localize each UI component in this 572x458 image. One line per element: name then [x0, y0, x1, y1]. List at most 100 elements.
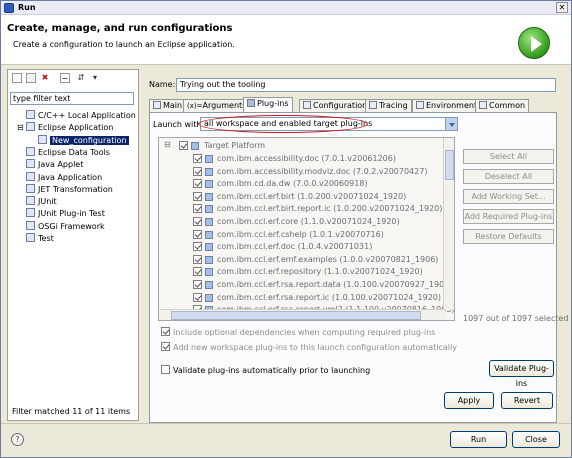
- restore-defaults-button[interactable]: Restore Defaults: [463, 229, 554, 244]
- tab-arguments[interactable]: (x)=Arguments: [183, 99, 251, 113]
- filter-icon[interactable]: ⇵: [76, 73, 86, 83]
- tree-item[interactable]: Java Applet: [26, 159, 83, 171]
- add-new-workspace-checkbox[interactable]: [161, 342, 170, 351]
- apply-button[interactable]: Apply: [444, 392, 494, 409]
- chevron-down-icon[interactable]: ▾: [90, 73, 100, 83]
- plugin-row[interactable]: com.ibm.ccl.erf.repository (1.1.0.v20071…: [159, 266, 445, 278]
- tab-environment[interactable]: Environment: [412, 99, 482, 113]
- plugin-row[interactable]: com.ibm.accessibility.modviz.doc (7.0.2.…: [159, 166, 445, 178]
- header-title: Create, manage, and run configurations: [7, 23, 233, 34]
- plugin-label: com.ibm.ccl.erf.emf.examples (1.0.0.v200…: [217, 254, 439, 264]
- tab-tracing[interactable]: Tracing: [365, 99, 412, 113]
- tab-common[interactable]: Common: [475, 99, 530, 113]
- plugin-label: com.ibm.ccl.erf.rsa.report.ic (1.0.100.v…: [217, 292, 441, 302]
- plugin-checkbox[interactable]: [193, 280, 202, 289]
- run-button[interactable]: Run: [450, 431, 507, 448]
- tracing-icon: [369, 101, 377, 109]
- duplicate-icon[interactable]: [26, 73, 36, 83]
- validate-plugins-button[interactable]: Validate Plug-ins: [489, 360, 554, 388]
- plugin-row[interactable]: com.ibm.ccl.erf.emf.examples (1.0.0.v200…: [159, 254, 445, 266]
- window-title: Run: [18, 3, 36, 12]
- plugin-horizontal-scrollbar[interactable]: [159, 309, 445, 320]
- add-required-plugins-button[interactable]: Add Required Plug-ins: [463, 209, 554, 224]
- plugin-checkbox[interactable]: [193, 254, 202, 264]
- plugin-checkbox[interactable]: [193, 154, 202, 163]
- main-tab-icon: [153, 101, 161, 109]
- cpp-app-icon: [26, 110, 35, 119]
- validate-auto-checkbox[interactable]: [161, 365, 170, 374]
- tab-plugins[interactable]: Plug-ins: [243, 97, 293, 113]
- add-new-workspace-option[interactable]: Add new workspace plug-ins to this launc…: [161, 342, 457, 352]
- close-button[interactable]: Close: [512, 431, 560, 448]
- plugin-label: com.ibm.ccl.erf.birt.report.ic (1.0.200.…: [217, 204, 443, 214]
- scrollbar-thumb[interactable]: [445, 150, 454, 180]
- revert-button[interactable]: Revert: [501, 392, 553, 409]
- collapse-all-icon[interactable]: −: [60, 73, 70, 83]
- tree-item[interactable]: Java Application: [26, 171, 102, 184]
- plugin-checkbox[interactable]: [193, 204, 202, 214]
- plugin-vertical-scrollbar[interactable]: [443, 138, 454, 310]
- name-field[interactable]: Trying out the tooling: [176, 78, 556, 92]
- tree-item[interactable]: JET Transformation: [26, 183, 113, 196]
- validate-auto-option[interactable]: Validate plug-ins automatically prior to…: [161, 365, 370, 375]
- environment-icon: [416, 101, 424, 109]
- plugin-row[interactable]: com.ibm.ccl.erf.rsa.report.data (1.0.100…: [159, 279, 452, 291]
- plugin-row[interactable]: com.ibm.cd.da.dw (7.0.0.v20060918): [159, 178, 445, 190]
- include-optional-checkbox[interactable]: [161, 327, 170, 336]
- plugin-tree: ⊟ Target Platform com.ibm.accessibility.…: [158, 137, 455, 321]
- tree-item[interactable]: New_configuration: [38, 134, 129, 147]
- plugin-row[interactable]: com.ibm.accessibility.doc (7.0.1.v200612…: [159, 153, 445, 165]
- tree-item-label: C/C++ Local Application: [38, 111, 136, 120]
- plugin-checkbox[interactable]: [193, 292, 202, 302]
- select-all-button[interactable]: Select All: [463, 149, 554, 164]
- filter-input[interactable]: type filter text: [10, 92, 134, 105]
- chevron-down-icon[interactable]: [445, 118, 457, 130]
- tree-item-label: JUnit: [38, 197, 57, 207]
- plugin-checkbox[interactable]: [193, 242, 202, 252]
- plugin-icon: [205, 167, 213, 176]
- plugin-checkbox[interactable]: [193, 229, 202, 239]
- tree-item[interactable]: JUnit Plug-in Test: [26, 208, 105, 220]
- scrollbar-thumb[interactable]: [171, 311, 421, 320]
- plugin-row[interactable]: com.ibm.ccl.erf.core (1.1.0.v20071024_19…: [159, 216, 445, 228]
- deselect-all-button[interactable]: Deselect All: [463, 169, 554, 184]
- plugin-row[interactable]: com.ibm.ccl.erf.doc (1.0.4.v20071031): [159, 241, 445, 253]
- plugin-checkbox[interactable]: [193, 217, 202, 226]
- tree-item-label: New_configuration: [50, 135, 129, 145]
- plugin-checkbox[interactable]: [193, 191, 202, 201]
- tree-item[interactable]: JUnit: [26, 196, 57, 208]
- plugin-row[interactable]: com.ibm.ccl.erf.birt.report.ic (1.0.200.…: [159, 203, 445, 215]
- plugin-checkbox[interactable]: [193, 267, 202, 277]
- plugin-root-checkbox[interactable]: [179, 141, 188, 150]
- plugin-checkbox[interactable]: [193, 179, 202, 189]
- tree-item[interactable]: C/C++ Local Application: [26, 110, 136, 122]
- tree-item[interactable]: Eclipse Data Tools: [26, 146, 110, 159]
- plugin-root-row[interactable]: ⊟ Target Platform: [159, 140, 445, 152]
- title-bar: Run ✕: [1, 1, 571, 15]
- plugin-row[interactable]: com.ibm.ccl.erf.rsa.report.ic (1.0.100.v…: [159, 292, 445, 304]
- help-icon[interactable]: ?: [11, 433, 24, 446]
- tree-item-label: JUnit Plug-in Test: [38, 209, 105, 219]
- launch-with-label: Launch with:: [153, 120, 205, 129]
- tab-configuration[interactable]: Configuration: [299, 99, 372, 113]
- plugin-row[interactable]: com.ibm.ccl.erf.birt (1.0.200.v20071024_…: [159, 191, 445, 203]
- tree-item[interactable]: Test: [26, 233, 54, 245]
- plugin-row[interactable]: com.ibm.ccl.erf.cshelp (1.0.1.v20070716): [159, 229, 445, 241]
- plugin-icon: [205, 243, 213, 252]
- junit-icon: [26, 196, 35, 206]
- include-optional-option[interactable]: Include optional dependencies when compu…: [161, 327, 435, 337]
- tab-main[interactable]: Main: [149, 99, 187, 113]
- delete-icon[interactable]: ✖: [40, 73, 50, 83]
- tree-item[interactable]: OSGi Framework: [26, 220, 105, 233]
- selection-count: 1097 out of 1097 selected: [463, 314, 569, 323]
- jet-icon: [26, 183, 35, 193]
- new-config-icon[interactable]: [12, 73, 22, 83]
- add-working-set-button[interactable]: Add Working Set...: [463, 189, 554, 204]
- plugin-label: com.ibm.cd.da.dw (7.0.0.v20060918): [217, 179, 368, 189]
- close-icon[interactable]: ✕: [556, 2, 568, 13]
- collapse-toggle-icon[interactable]: ⊟: [17, 122, 24, 134]
- plugin-checkbox[interactable]: [193, 166, 202, 176]
- tree-item[interactable]: Eclipse Application: [26, 122, 113, 134]
- collapse-toggle-icon[interactable]: ⊟: [164, 139, 171, 151]
- osgi-icon: [26, 220, 35, 230]
